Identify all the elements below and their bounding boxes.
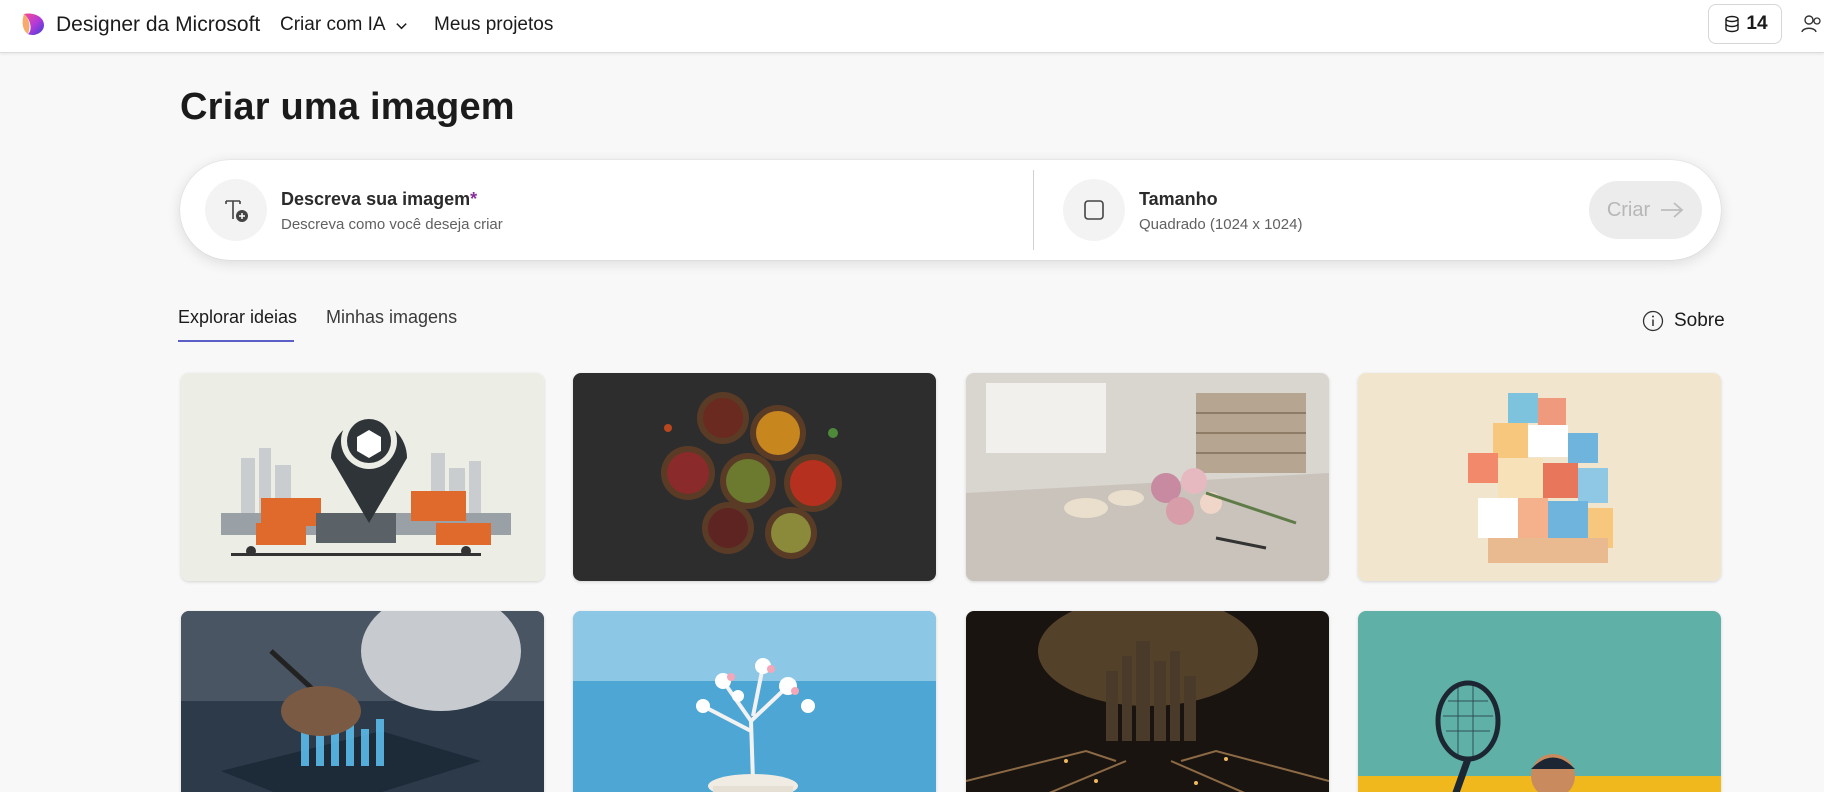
- create-button[interactable]: Criar: [1589, 181, 1702, 239]
- about-button[interactable]: Sobre: [1642, 310, 1725, 332]
- logistics-location-pin-image: [181, 373, 544, 581]
- size-label[interactable]: Tamanho: [1139, 189, 1218, 210]
- app-name[interactable]: Designer da Microsoft: [56, 13, 260, 37]
- credits-count: 14: [1746, 13, 1768, 34]
- nav-my-projects[interactable]: Meus projetos: [434, 14, 553, 36]
- digital-tablet-city-image: [181, 611, 544, 792]
- gallery-card-blossom-tree[interactable]: [573, 611, 936, 792]
- isometric-blocks-tower-image: [1358, 373, 1721, 581]
- flower-workshop-image: [966, 373, 1329, 581]
- page-title: Criar uma imagem: [180, 86, 515, 128]
- gallery-card-flowers[interactable]: [966, 373, 1329, 581]
- gallery-card-logistics[interactable]: [181, 373, 544, 581]
- gallery-card-circuit-city[interactable]: [966, 611, 1329, 792]
- credits-button[interactable]: 14: [1708, 4, 1782, 44]
- designer-logo-icon[interactable]: [20, 11, 46, 37]
- account-switch-icon[interactable]: [1800, 12, 1822, 36]
- gallery-card-blocks-tower[interactable]: [1358, 373, 1721, 581]
- nav-create-label: Criar com IA: [280, 14, 386, 35]
- gallery-card-digital-tablet[interactable]: [181, 611, 544, 792]
- chevron-down-icon: [395, 22, 407, 29]
- create-button-label: Criar: [1606, 198, 1651, 221]
- about-label: Sobre: [1674, 310, 1725, 331]
- describe-image-label[interactable]: Descreva sua imagem*: [281, 189, 477, 210]
- coins-icon: [1725, 15, 1740, 33]
- text-add-icon: [225, 200, 248, 222]
- image-prompt-bar: Descreva sua imagem* Descreva como você …: [180, 160, 1721, 260]
- circuit-city-image: [966, 611, 1329, 792]
- describe-image-label-text: Descreva sua imagem: [281, 189, 471, 209]
- describe-image-input[interactable]: Descreva como você deseja criar: [281, 216, 503, 233]
- prompt-divider: [1033, 170, 1034, 250]
- blossom-tree-image: [573, 611, 936, 792]
- size-value[interactable]: Quadrado (1024 x 1024): [1139, 216, 1302, 233]
- tab-my-images[interactable]: Minhas imagens: [326, 307, 457, 328]
- square-size-icon: [1084, 200, 1104, 220]
- gallery-card-spices[interactable]: [573, 373, 936, 581]
- gallery-card-tennis-player[interactable]: [1358, 611, 1721, 792]
- tennis-player-illustration-image: [1358, 611, 1721, 792]
- info-icon: [1642, 310, 1664, 332]
- describe-image-icon-wrapper[interactable]: [205, 179, 267, 241]
- top-navigation-bar: Designer da Microsoft Criar com IA Meus …: [0, 0, 1824, 53]
- active-tab-indicator: [178, 340, 294, 342]
- required-mark: *: [470, 189, 478, 209]
- nav-create-with-ai[interactable]: Criar com IA: [280, 14, 409, 36]
- spice-bowls-image: [573, 373, 936, 581]
- arrow-right-icon: [1661, 202, 1684, 218]
- tab-explore-ideas[interactable]: Explorar ideias: [178, 307, 297, 328]
- size-icon-wrapper[interactable]: [1063, 179, 1125, 241]
